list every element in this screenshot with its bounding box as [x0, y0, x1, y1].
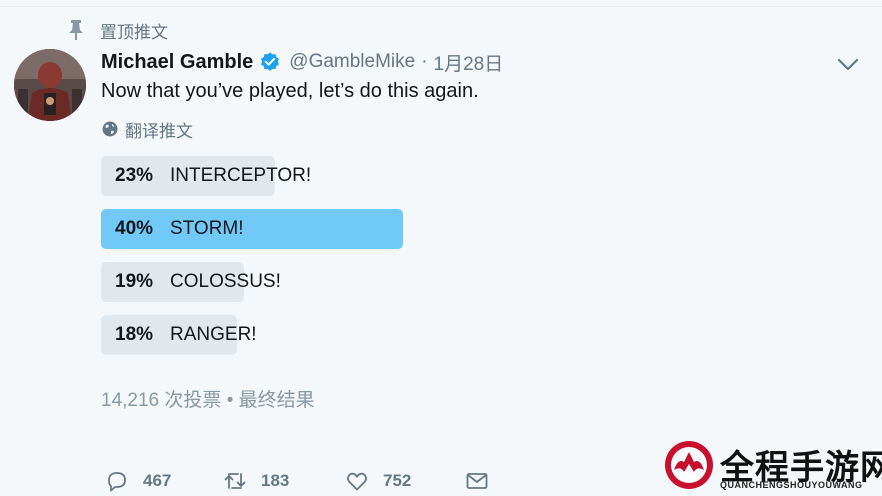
translate-label: 翻译推文: [125, 121, 193, 142]
poll-percent: 18%: [115, 324, 154, 345]
watermark: 全程手游网 QUANCHENGSHOUYOUWANG: [664, 440, 882, 492]
reply-icon: [108, 472, 126, 492]
globe-icon: [102, 121, 118, 137]
poll-label: COLOSSUS!: [170, 271, 281, 292]
watermark-subtitle: QUANCHENGSHOUYOUWANG: [720, 480, 863, 490]
poll-label: STORM!: [170, 218, 244, 239]
header-separator: ·: [421, 51, 428, 72]
poll-option-colossus: 19% COLOSSUS!: [101, 262, 501, 302]
verified-badge-icon: [261, 52, 280, 71]
poll-option-interceptor: 23% INTERCEPTOR!: [101, 156, 501, 196]
chevron-down-icon[interactable]: [836, 54, 860, 74]
envelope-icon: [466, 473, 488, 489]
message-button[interactable]: [465, 466, 503, 496]
poll-percent: 23%: [115, 165, 154, 186]
avatar[interactable]: [14, 49, 86, 121]
poll-percent: 19%: [115, 271, 154, 292]
poll-percent: 40%: [115, 218, 154, 239]
poll-label: RANGER!: [170, 324, 257, 345]
reply-button[interactable]: 467: [105, 466, 171, 496]
poll-meta-separator: •: [226, 390, 234, 411]
author-name[interactable]: Michael Gamble: [101, 51, 253, 74]
tweet-text: Now that you’ve played, let’s do this ag…: [101, 80, 479, 102]
translate-tweet-link[interactable]: 翻译推文: [101, 118, 193, 142]
pinned-label: 置顶推文: [100, 22, 168, 43]
like-count: 752: [383, 471, 412, 490]
retweet-button[interactable]: 183: [223, 466, 289, 496]
reply-count: 467: [143, 471, 172, 490]
like-button[interactable]: 752: [345, 466, 411, 496]
pin-icon: [69, 20, 83, 40]
top-divider: [0, 6, 882, 7]
watermark-logo: [665, 441, 713, 489]
pinned-indicator: 置顶推文: [66, 18, 168, 43]
poll-option-storm: 40% STORM!: [101, 209, 501, 249]
poll-meta: 14,216 次投票 • 最终结果: [101, 385, 315, 412]
retweet-icon: [224, 473, 246, 489]
author-handle[interactable]: @GambleMike: [289, 51, 415, 73]
poll-vote-count: 14,216 次投票: [101, 390, 222, 411]
tweet-header: Michael Gamble @GambleMike · 1月28日: [101, 48, 503, 76]
poll-option-ranger: 18% RANGER!: [101, 315, 501, 355]
poll-label: INTERCEPTOR!: [170, 165, 312, 186]
retweet-count: 183: [261, 471, 290, 490]
tweet-timestamp[interactable]: 1月28日: [434, 49, 504, 76]
heart-icon: [347, 472, 367, 491]
poll-status: 最终结果: [238, 390, 315, 411]
avatar-image: [14, 49, 86, 121]
